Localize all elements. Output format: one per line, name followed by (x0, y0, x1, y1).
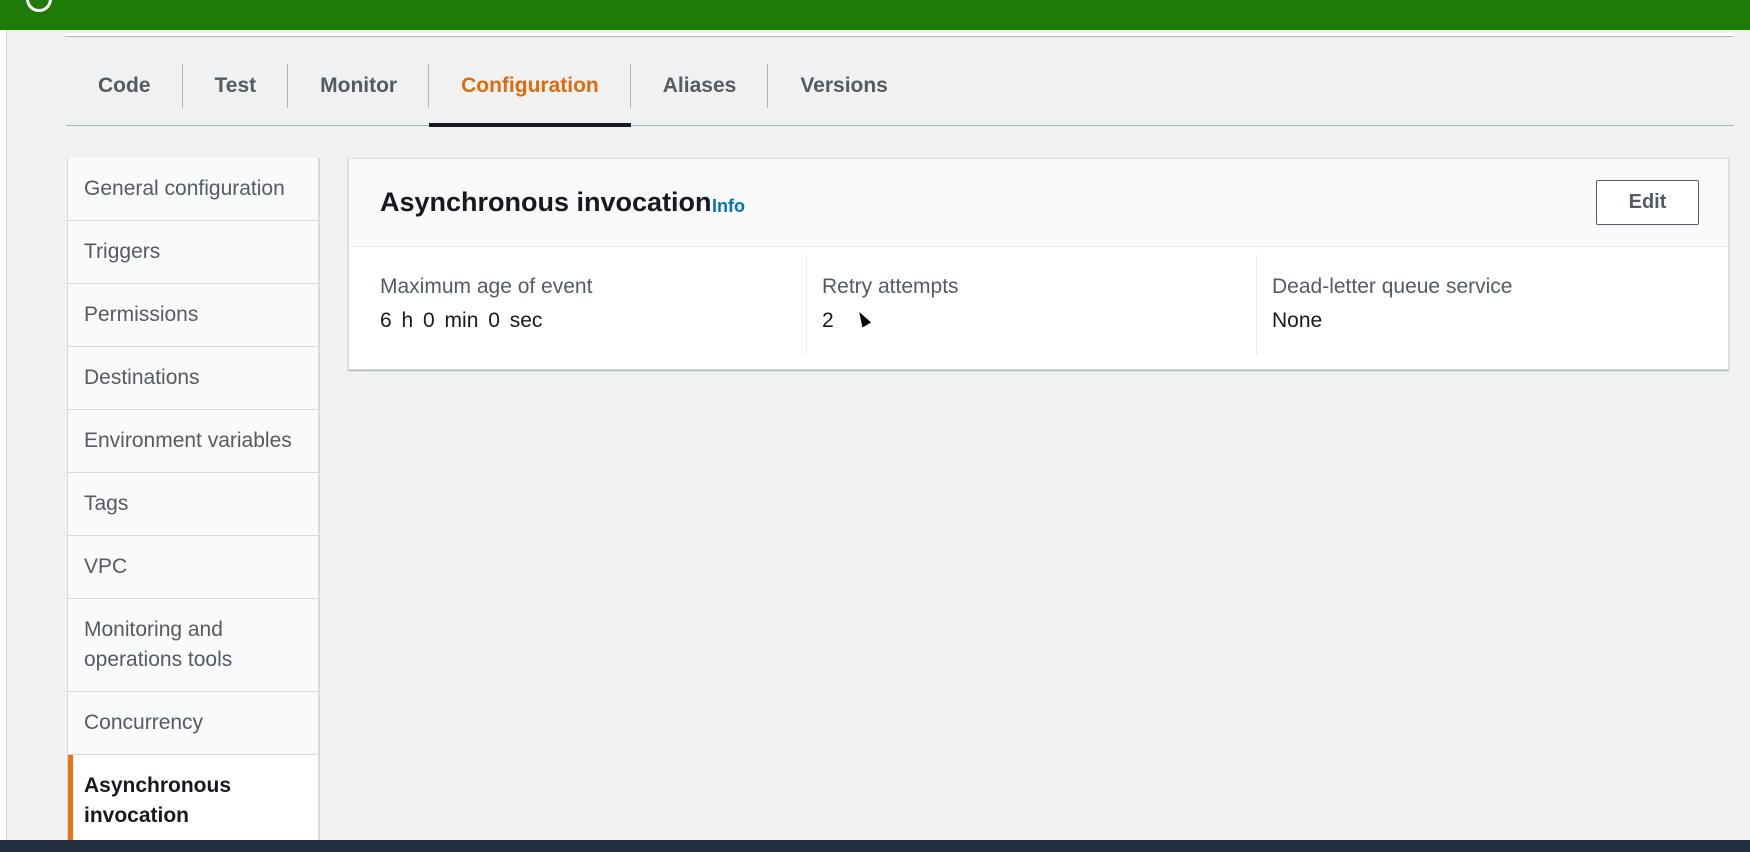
sidebar-item-triggers[interactable]: Triggers (68, 221, 318, 284)
sidebar-item-label: Environment variables (84, 429, 292, 452)
field-retry-attempts: Retry attempts 2 (807, 255, 1257, 355)
tab-label: Code (98, 74, 151, 97)
panel-body: Maximum age of event 6 h 0 min 0 sec Ret… (349, 247, 1728, 370)
sidebar-item-environment-variables[interactable]: Environment variables (68, 410, 318, 473)
tab-label: Test (214, 74, 257, 97)
sidebar-item-general-configuration[interactable]: General configuration (68, 158, 318, 221)
tab-aliases[interactable]: Aliases (631, 46, 769, 126)
sidebar-item-asynchronous-invocation[interactable]: Asynchronous invocation (68, 755, 318, 848)
function-tabs: Code Test Monitor Configuration Aliases … (66, 46, 1734, 127)
panel-title: Asynchronous invocation (380, 187, 712, 217)
field-maximum-age-of-event: Maximum age of event 6 h 0 min 0 sec (349, 255, 807, 355)
sidebar-item-tags[interactable]: Tags (68, 473, 318, 536)
sidebar-item-label: Asynchronous invocation (84, 774, 232, 827)
async-invocation-panel: Asynchronous invocation Info Edit Maximu… (348, 158, 1729, 370)
tab-label: Configuration (461, 74, 599, 97)
sidebar-item-destinations[interactable]: Destinations (68, 347, 318, 410)
sidebar-item-label: VPC (84, 555, 128, 578)
tab-label: Monitor (320, 74, 398, 97)
footer-bar (0, 840, 1750, 852)
sidebar-item-label: Tags (84, 492, 129, 515)
sidebar-item-concurrency[interactable]: Concurrency (68, 692, 318, 755)
tab-label: Versions (800, 74, 888, 97)
panel-header: Asynchronous invocation Info Edit (349, 159, 1728, 247)
sidebar-item-label: Destinations (84, 366, 200, 389)
sidebar-item-label: General configuration (84, 177, 285, 200)
success-banner (0, 0, 1750, 30)
sidebar-item-label: Monitoring and operations tools (84, 618, 233, 671)
field-label: Maximum age of event (380, 275, 593, 298)
field-value: 6 h 0 min 0 sec (380, 309, 543, 332)
configuration-sidenav: General configuration Triggers Permissio… (67, 158, 320, 852)
tab-label: Aliases (662, 74, 737, 97)
tab-monitor[interactable]: Monitor (288, 46, 430, 126)
header-divider (65, 33, 1733, 37)
tab-code[interactable]: Code (66, 46, 183, 126)
field-label: Retry attempts (822, 275, 959, 298)
edit-button[interactable]: Edit (1596, 180, 1699, 225)
left-rail (0, 0, 7, 852)
sidebar-item-label: Triggers (84, 240, 161, 263)
check-circle-icon (26, 0, 52, 12)
field-label: Dead-letter queue service (1272, 275, 1513, 298)
info-link[interactable]: Info (712, 196, 745, 217)
sidebar-item-monitoring-and-operations-tools[interactable]: Monitoring and operations tools (68, 599, 318, 692)
tab-configuration[interactable]: Configuration (429, 46, 631, 127)
field-value: 2 (822, 309, 834, 332)
sidebar-item-permissions[interactable]: Permissions (68, 284, 318, 347)
field-dead-letter-queue-service: Dead-letter queue service None (1257, 255, 1707, 370)
tab-test[interactable]: Test (183, 46, 289, 126)
sidebar-item-vpc[interactable]: VPC (68, 536, 318, 599)
sidebar-item-label: Permissions (84, 303, 199, 326)
field-value: None (1272, 309, 1323, 332)
sidebar-item-label: Concurrency (84, 711, 204, 734)
tab-versions[interactable]: Versions (768, 46, 920, 126)
